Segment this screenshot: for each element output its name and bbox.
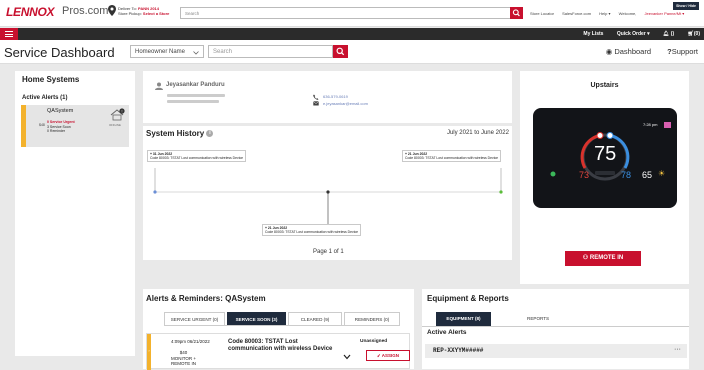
support-link[interactable]: ?Support <box>667 47 698 56</box>
welcome-text: Welcome, <box>618 11 637 16</box>
equipment-active-alerts: Active Alerts <box>427 329 467 336</box>
email-icon <box>313 101 319 106</box>
homeowner-search-button[interactable] <box>333 45 348 58</box>
alert-stripe <box>21 105 26 147</box>
remote-in-button[interactable]: ⚇ REMOTE IN <box>565 251 641 266</box>
sub-header: Service Dashboard Homeowner Name Search … <box>0 40 704 64</box>
tab-reports[interactable]: REPORTS <box>527 312 549 326</box>
tab-cleared[interactable]: CLEARED (9) <box>288 312 342 325</box>
equipment-reports-panel: Equipment & Reports EQUIPMENT (8) REPORT… <box>422 289 689 369</box>
offline-home-icon: ! <box>110 108 125 121</box>
thermostat-display: 75 7:28 pm 73 78 65 ☀ <box>533 108 677 208</box>
person-icon <box>155 82 163 90</box>
bell-icon: 🔔︎ <box>663 31 670 37</box>
global-search-input[interactable]: Search <box>180 7 512 19</box>
home-systems-panel: Home Systems Active Alerts (1) QASystem … <box>15 71 135 356</box>
location-pin-icon <box>108 5 116 16</box>
hamburger-menu-icon[interactable] <box>0 28 18 40</box>
alert-timestamp: 4:09pm 06/21/2022 <box>171 339 210 344</box>
thermostat-panel: Upstairs 75 7:28 pm 73 78 65 ☀ ⚇ REMOTE … <box>520 71 689 284</box>
dashboard-link[interactable]: ◉ Dashboard <box>606 47 651 56</box>
offline-label: OFFLINE <box>109 123 121 127</box>
tab-service-soon[interactable]: SERVICE SOON (3) <box>227 312 286 325</box>
alerts-tabs: SERVICE URGENT (0) SERVICE SOON (3) CLEA… <box>164 312 400 326</box>
show-hide-button[interactable]: Show / Hide <box>673 2 699 10</box>
subheader-links: ◉ Dashboard ?Support <box>592 47 698 56</box>
quick-order-menu[interactable]: Quick Order ▾ <box>617 31 650 37</box>
address-line-1 <box>167 94 225 97</box>
remote-icon: ⚇ <box>582 255 589 261</box>
assign-button[interactable]: ➶ ASSIGN <box>366 350 410 361</box>
pros-logo-text[interactable]: Pros.com <box>62 5 108 17</box>
phone-icon <box>313 94 319 100</box>
cart-button[interactable]: 🛒︎(0) <box>688 31 700 37</box>
global-search-button[interactable] <box>510 7 523 19</box>
svg-text:!: ! <box>122 109 123 113</box>
salesforce-link[interactable]: SalesForce.com <box>562 11 591 16</box>
tab-reminders[interactable]: REMINDERS (0) <box>344 312 400 325</box>
search-icon <box>512 9 520 17</box>
my-lists-link[interactable]: My Lists <box>583 31 603 37</box>
send-icon: ➶ <box>376 353 381 358</box>
deliver-info[interactable]: Deliver To: PANN 2014 Store Pickup: Sele… <box>118 6 169 16</box>
chevron-down-icon <box>193 50 199 55</box>
lennox-logo[interactable]: LENNOX <box>6 5 55 19</box>
home-systems-title: Home Systems <box>22 75 80 84</box>
system-price: $48 <box>39 123 45 127</box>
history-pagination: Page 1 of 1 <box>313 249 344 255</box>
alerts-reminders-panel: Alerts & Reminders: QASystem SERVICE URG… <box>143 289 414 370</box>
history-event[interactable]: + 31 Jun 2022 Code 80003: TSTAT Lost com… <box>147 150 247 163</box>
current-temperature: 75 <box>594 143 617 165</box>
alert-status: Unassigned <box>360 339 388 344</box>
outside-temperature: 65 <box>642 170 653 180</box>
top-bar: LENNOX Pros.com Deliver To: PANN 2014 St… <box>0 0 704 27</box>
cool-setpoint: 78 <box>621 170 632 180</box>
heat-setpoint: 73 <box>579 170 590 180</box>
history-timeline <box>153 168 503 224</box>
history-event[interactable]: + 21 Jun 2022 Code 80003: TSTAT Lost com… <box>402 150 502 163</box>
system-name: QASystem <box>47 108 74 114</box>
store-locator-link[interactable]: Store Locator <box>530 11 554 16</box>
alerts-title: Alerts & Reminders: QASystem <box>146 294 266 303</box>
thermostat-time: 7:28 pm <box>643 122 658 127</box>
nav-actions: My Lists Quick Order ▾ 🔔︎ () 🛒︎(0) <box>571 31 700 37</box>
more-options-icon[interactable]: ··· <box>674 346 681 353</box>
homeowner-name: Jeyasankar Panduru <box>166 82 225 88</box>
equipment-row[interactable]: REP-XXYYM##### ··· <box>425 344 687 358</box>
notifications-button[interactable]: 🔔︎ () <box>663 31 674 37</box>
homeowner-name-select[interactable]: Homeowner Name <box>130 45 204 58</box>
alert-item[interactable]: › 4:09pm 06/21/2022 $40 MONITOR + REMOTE… <box>146 333 410 370</box>
tab-service-urgent[interactable]: SERVICE URGENT (0) <box>164 312 225 325</box>
history-event[interactable]: + 21 Jun 2022 Code 80003: TSTAT Lost com… <box>262 224 362 237</box>
homeowner-search-input[interactable]: Search <box>208 45 333 58</box>
homeowner-info-panel: Jeyasankar Panduru 636-579-0619 e.jeyasa… <box>143 71 512 123</box>
header-links: Store Locator SalesForce.com Help ▾ Welc… <box>530 11 691 16</box>
active-alerts-count: Active Alerts (1) <box>22 95 68 101</box>
address-line-2 <box>167 100 219 103</box>
nav-bar: My Lists Quick Order ▾ 🔔︎ () 🛒︎(0) <box>0 28 704 40</box>
device-id: REP-XXYYM##### <box>433 347 484 354</box>
tab-equipment[interactable]: EQUIPMENT (8) <box>436 312 491 326</box>
help-menu[interactable]: Help ▾ <box>599 11 610 16</box>
homeowner-phone[interactable]: 636-579-0619 <box>323 94 348 99</box>
alert-code: Code 80003: TSTAT Lost communication wit… <box>228 339 333 352</box>
system-alert-summary: 0 Service Urgent 3 Service Soon 0 Remind… <box>47 120 75 133</box>
search-icon <box>336 47 345 56</box>
user-menu[interactable]: Jeevanker Panne/Mt ▾ <box>645 11 685 16</box>
page-title: Service Dashboard <box>4 45 115 60</box>
equipment-title: Equipment & Reports <box>427 294 509 303</box>
alert-price: $40 MONITOR + REMOTE IN <box>170 350 197 366</box>
thermostat-zone-title: Upstairs <box>590 82 619 89</box>
homeowner-email[interactable]: e.jeyasankar@email.com <box>323 101 368 106</box>
system-card[interactable]: QASystem $48 0 Service Urgent 3 Service … <box>21 105 129 147</box>
chevron-down-icon[interactable] <box>343 354 351 360</box>
tabs-divider <box>422 326 689 327</box>
weather-icon: ☀ <box>658 169 666 178</box>
dashboard-icon: ◉ <box>605 47 613 56</box>
system-history-panel: System History i July 2021 to June 2022 … <box>143 126 512 260</box>
